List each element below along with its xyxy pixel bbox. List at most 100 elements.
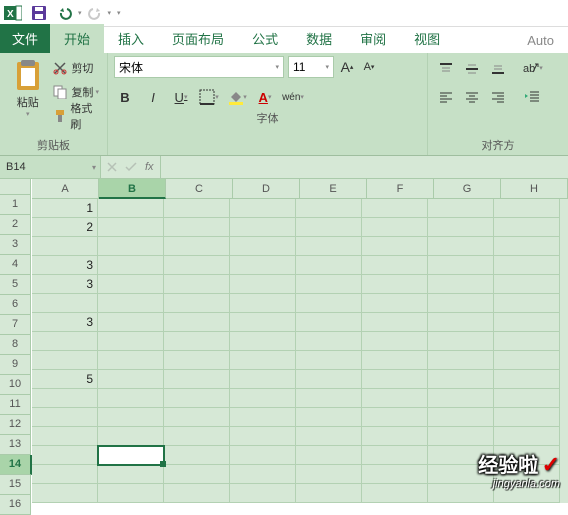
cell-H13[interactable] bbox=[494, 427, 560, 446]
cell-D4[interactable] bbox=[230, 256, 296, 275]
cell-A12[interactable] bbox=[32, 408, 98, 427]
font-name-dropdown-icon[interactable]: ▾ bbox=[275, 63, 279, 71]
save-icon[interactable] bbox=[28, 2, 50, 24]
row-header-12[interactable]: 12 bbox=[0, 415, 31, 435]
cell-A9[interactable] bbox=[32, 351, 98, 370]
tab-auto[interactable]: Auto bbox=[513, 28, 568, 53]
cell-D9[interactable] bbox=[230, 351, 296, 370]
cell-C16[interactable] bbox=[164, 484, 230, 503]
cell-A7[interactable]: 3 bbox=[32, 313, 98, 332]
cell-D3[interactable] bbox=[230, 237, 296, 256]
cell-C2[interactable] bbox=[164, 218, 230, 237]
cell-B4[interactable] bbox=[98, 256, 164, 275]
row-header-2[interactable]: 2 bbox=[0, 215, 31, 235]
increase-font-button[interactable]: A▴ bbox=[338, 57, 356, 77]
cell-F10[interactable] bbox=[362, 370, 428, 389]
row-header-7[interactable]: 7 bbox=[0, 315, 31, 335]
select-all-corner[interactable] bbox=[0, 179, 31, 195]
paste-dropdown-icon[interactable]: ▾ bbox=[26, 110, 30, 118]
cell-F5[interactable] bbox=[362, 275, 428, 294]
row-header-16[interactable]: 16 bbox=[0, 495, 31, 515]
cell-E8[interactable] bbox=[296, 332, 362, 351]
tab-page-layout[interactable]: 页面布局 bbox=[158, 24, 238, 53]
cell-F7[interactable] bbox=[362, 313, 428, 332]
cell-E15[interactable] bbox=[296, 465, 362, 484]
cell-A8[interactable] bbox=[32, 332, 98, 351]
cell-D12[interactable] bbox=[230, 408, 296, 427]
cell-D2[interactable] bbox=[230, 218, 296, 237]
cell-B12[interactable] bbox=[98, 408, 164, 427]
font-size-combobox[interactable]: 11 ▾ bbox=[288, 56, 334, 78]
cell-B6[interactable] bbox=[98, 294, 164, 313]
cell-G8[interactable] bbox=[428, 332, 494, 351]
cell-B9[interactable] bbox=[98, 351, 164, 370]
cell-E10[interactable] bbox=[296, 370, 362, 389]
cell-H4[interactable] bbox=[494, 256, 560, 275]
font-name-combobox[interactable]: 宋体 ▾ bbox=[114, 56, 284, 78]
cell-H15[interactable] bbox=[494, 465, 560, 484]
row-header-6[interactable]: 6 bbox=[0, 295, 31, 315]
cell-D13[interactable] bbox=[230, 427, 296, 446]
cell-C6[interactable] bbox=[164, 294, 230, 313]
cell-E14[interactable] bbox=[296, 446, 362, 465]
align-right-button[interactable] bbox=[486, 84, 510, 110]
row-header-5[interactable]: 5 bbox=[0, 275, 31, 295]
cell-C8[interactable] bbox=[164, 332, 230, 351]
copy-dropdown-icon[interactable]: ▾ bbox=[95, 88, 99, 96]
cell-G9[interactable] bbox=[428, 351, 494, 370]
row-header-13[interactable]: 13 bbox=[0, 435, 31, 455]
cell-E9[interactable] bbox=[296, 351, 362, 370]
cell-B2[interactable] bbox=[98, 218, 164, 237]
cell-D14[interactable] bbox=[230, 446, 296, 465]
cell-H14[interactable] bbox=[494, 446, 560, 465]
italic-button[interactable]: I bbox=[142, 86, 164, 108]
cell-A14[interactable] bbox=[32, 446, 98, 465]
row-header-10[interactable]: 10 bbox=[0, 375, 31, 395]
cell-E7[interactable] bbox=[296, 313, 362, 332]
redo-icon[interactable] bbox=[84, 2, 106, 24]
cell-G5[interactable] bbox=[428, 275, 494, 294]
cell-H7[interactable] bbox=[494, 313, 560, 332]
align-top-button[interactable] bbox=[434, 56, 458, 82]
undo-icon[interactable] bbox=[54, 2, 76, 24]
name-box[interactable]: B14 ▾ bbox=[0, 156, 101, 178]
column-header-H[interactable]: H bbox=[501, 179, 568, 199]
tab-file[interactable]: 文件 bbox=[0, 24, 50, 53]
align-middle-button[interactable] bbox=[460, 56, 484, 82]
cell-C13[interactable] bbox=[164, 427, 230, 446]
cell-F8[interactable] bbox=[362, 332, 428, 351]
decrease-indent-button[interactable] bbox=[516, 84, 548, 108]
cell-F16[interactable] bbox=[362, 484, 428, 503]
cell-H12[interactable] bbox=[494, 408, 560, 427]
cell-G15[interactable] bbox=[428, 465, 494, 484]
cell-E5[interactable] bbox=[296, 275, 362, 294]
font-size-dropdown-icon[interactable]: ▾ bbox=[325, 63, 329, 71]
cell-F15[interactable] bbox=[362, 465, 428, 484]
cell-C12[interactable] bbox=[164, 408, 230, 427]
decrease-font-button[interactable]: A▾ bbox=[360, 57, 378, 77]
cell-A5[interactable]: 3 bbox=[32, 275, 98, 294]
cell-G2[interactable] bbox=[428, 218, 494, 237]
column-header-B[interactable]: B bbox=[99, 179, 166, 199]
cell-H9[interactable] bbox=[494, 351, 560, 370]
cell-G1[interactable] bbox=[428, 199, 494, 218]
cell-B5[interactable] bbox=[98, 275, 164, 294]
row-header-15[interactable]: 15 bbox=[0, 475, 31, 495]
cell-F2[interactable] bbox=[362, 218, 428, 237]
row-header-3[interactable]: 3 bbox=[0, 235, 31, 255]
cell-E11[interactable] bbox=[296, 389, 362, 408]
cell-G13[interactable] bbox=[428, 427, 494, 446]
insert-function-button[interactable]: fx bbox=[145, 161, 154, 173]
cell-grid[interactable]: 123335 bbox=[32, 199, 568, 503]
cell-F4[interactable] bbox=[362, 256, 428, 275]
tab-data[interactable]: 数据 bbox=[292, 24, 346, 53]
cell-E16[interactable] bbox=[296, 484, 362, 503]
cell-A2[interactable]: 2 bbox=[32, 218, 98, 237]
cell-F14[interactable] bbox=[362, 446, 428, 465]
cell-E2[interactable] bbox=[296, 218, 362, 237]
cell-C5[interactable] bbox=[164, 275, 230, 294]
align-bottom-button[interactable] bbox=[486, 56, 510, 82]
cell-G3[interactable] bbox=[428, 237, 494, 256]
cell-E6[interactable] bbox=[296, 294, 362, 313]
cell-F9[interactable] bbox=[362, 351, 428, 370]
